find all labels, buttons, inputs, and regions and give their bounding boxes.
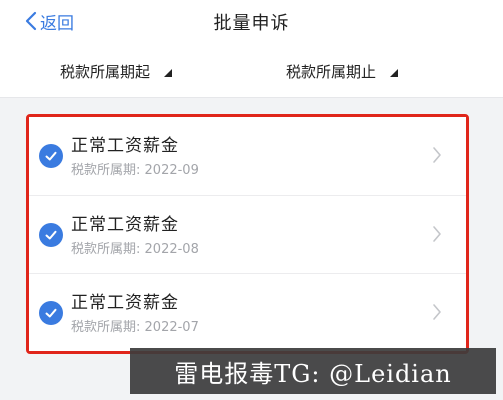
dropdown-triangle-icon bbox=[390, 69, 399, 77]
item-period: 税款所属期: 2022-09 bbox=[71, 163, 199, 178]
checkbox-checked[interactable] bbox=[39, 223, 63, 247]
period-start-label: 税款所属期起 bbox=[60, 62, 151, 81]
appeal-list: 正常工资薪金 税款所属期: 2022-09 正常工资薪金 税款所属期: 2022… bbox=[26, 114, 469, 354]
period-start-filter[interactable]: 税款所属期起 bbox=[60, 60, 173, 82]
checkmark-icon bbox=[45, 230, 57, 240]
list-item[interactable]: 正常工资薪金 税款所属期: 2022-08 bbox=[29, 195, 466, 273]
chevron-right-icon bbox=[433, 147, 441, 163]
item-period: 税款所属期: 2022-08 bbox=[71, 242, 199, 257]
checkbox-checked[interactable] bbox=[39, 301, 63, 325]
nav-bar: 返回 批量申诉 bbox=[0, 0, 503, 44]
list-item[interactable]: 正常工资薪金 税款所属期: 2022-09 bbox=[29, 117, 466, 195]
back-label: 返回 bbox=[40, 13, 74, 34]
period-end-filter[interactable]: 税款所属期止 bbox=[286, 60, 399, 82]
item-title: 正常工资薪金 bbox=[71, 293, 179, 313]
filter-bar: 税款所属期起 税款所属期止 bbox=[0, 44, 503, 98]
checkmark-icon bbox=[45, 151, 57, 161]
dropdown-triangle-icon bbox=[164, 69, 173, 77]
page-title: 批量申诉 bbox=[213, 13, 290, 34]
back-button[interactable]: 返回 bbox=[24, 8, 74, 34]
item-period: 税款所属期: 2022-07 bbox=[71, 320, 199, 335]
checkbox-checked[interactable] bbox=[39, 144, 63, 168]
item-title: 正常工资薪金 bbox=[71, 136, 179, 156]
chevron-right-icon bbox=[433, 226, 441, 242]
chevron-left-icon bbox=[25, 11, 37, 31]
item-title: 正常工资薪金 bbox=[71, 215, 179, 235]
chevron-right-icon bbox=[433, 304, 441, 320]
checkmark-icon bbox=[45, 308, 57, 318]
list-item[interactable]: 正常工资薪金 税款所属期: 2022-07 bbox=[29, 273, 466, 351]
period-end-label: 税款所属期止 bbox=[286, 62, 377, 81]
watermark-banner: 雷电报毒TG: @Leidian bbox=[130, 348, 496, 394]
